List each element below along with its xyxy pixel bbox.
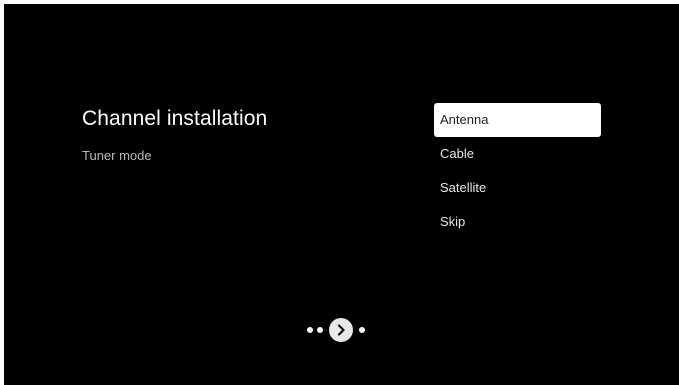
tv-setup-screen: Channel installation Tuner mode Antenna … <box>4 4 679 385</box>
progress-dot <box>359 327 365 333</box>
next-button[interactable] <box>329 318 353 342</box>
option-satellite[interactable]: Satellite <box>434 171 601 205</box>
option-skip[interactable]: Skip <box>434 205 601 239</box>
progress-dot <box>307 327 313 333</box>
progress-dot <box>317 327 323 333</box>
page-subtitle: Tuner mode <box>82 148 152 163</box>
page-title: Channel installation <box>82 107 268 130</box>
chevron-right-icon <box>337 324 345 336</box>
setup-progress-pager <box>307 318 369 342</box>
option-antenna[interactable]: Antenna <box>434 103 601 137</box>
tuner-mode-list: Antenna Cable Satellite Skip <box>434 103 601 239</box>
option-cable[interactable]: Cable <box>434 137 601 171</box>
